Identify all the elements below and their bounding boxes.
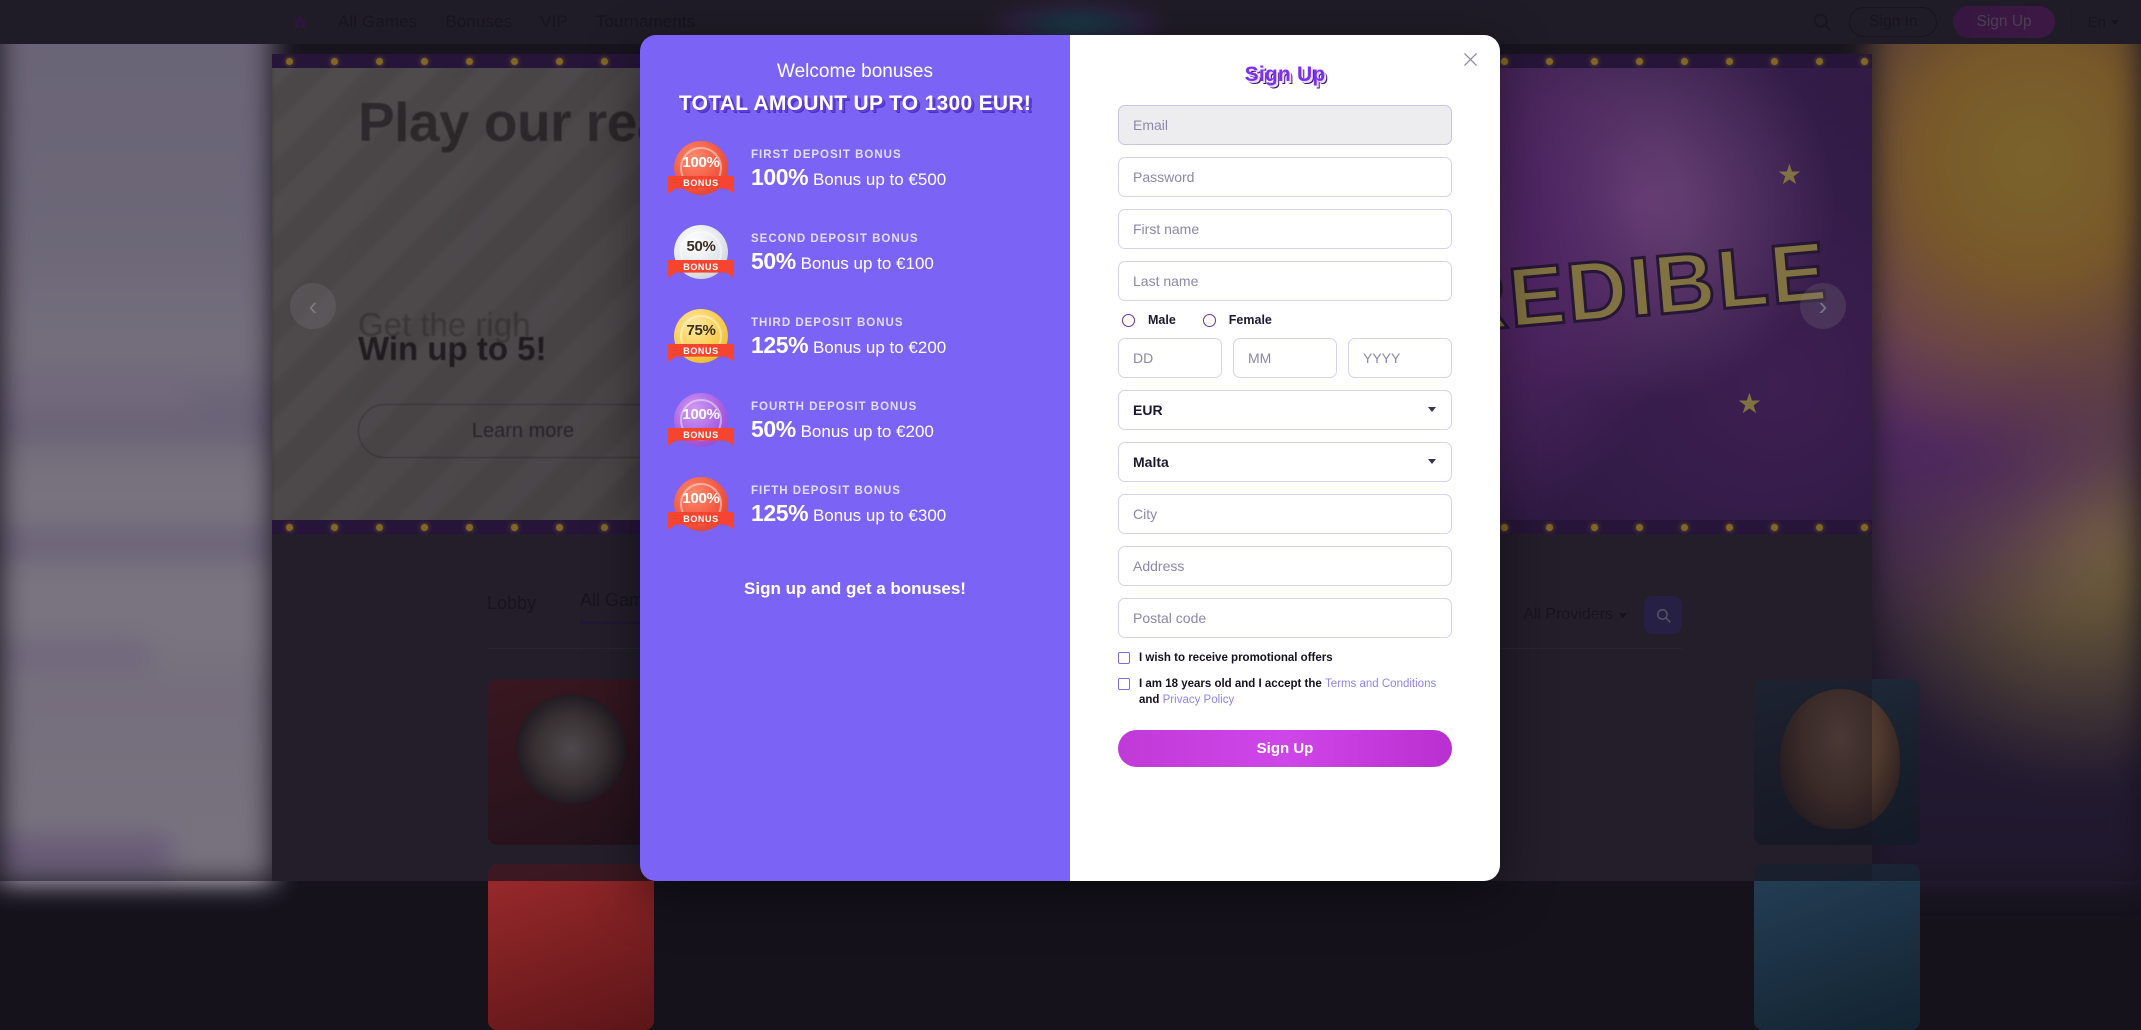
terms-prefix: I am 18 years old and I accept the <box>1139 678 1325 690</box>
dob-month-field[interactable] <box>1233 338 1337 378</box>
bonus-badge-icon: 75%BONUS <box>670 307 732 369</box>
bonus-amount-line: 125% Bonus up to €300 <box>751 500 946 527</box>
bonus-deposit-label: SECOND DEPOSIT BONUS <box>751 233 934 245</box>
bonus-text: THIRD DEPOSIT BONUS 125% Bonus up to €200 <box>751 317 946 359</box>
bonus-item: 75%BONUS THIRD DEPOSIT BONUS 125% Bonus up… <box>670 307 1040 369</box>
bonus-badge-percent: 100% <box>670 490 732 507</box>
email-field[interactable] <box>1118 105 1452 145</box>
bonus-amount-line: 50% Bonus up to €200 <box>751 416 934 443</box>
signup-form-title: Sign Up <box>1118 63 1452 87</box>
bonus-amount-line: 125% Bonus up to €200 <box>751 332 946 359</box>
bonus-item: 100%BONUS FIFTH DEPOSIT BONUS 125% Bonus u… <box>670 475 1040 537</box>
country-select[interactable] <box>1118 442 1452 482</box>
terms-row: I am 18 years old and I accept the Terms… <box>1118 676 1452 709</box>
bonus-description: Bonus up to €500 <box>813 170 946 189</box>
bonus-badge-percent: 75% <box>670 322 732 339</box>
bonus-total-amount: TOTAL AMOUNT UP TO 1300 EUR! <box>670 91 1040 117</box>
first-name-field[interactable] <box>1118 209 1452 249</box>
promotional-offers-checkbox[interactable] <box>1118 652 1130 664</box>
bonus-description: Bonus up to €100 <box>801 254 934 273</box>
submit-sign-up-button[interactable]: Sign Up <box>1118 730 1452 767</box>
bonus-badge-icon: 100%BONUS <box>670 139 732 201</box>
bonus-item: 50%BONUS SECOND DEPOSIT BONUS 50% Bonus up… <box>670 223 1040 285</box>
page-root: INCREDIBLE ★ ★ ★ ★ Play our real pr big … <box>0 0 2141 881</box>
bonus-percent: 50% <box>751 248 796 274</box>
bonus-deposit-label: FIFTH DEPOSIT BONUS <box>751 485 946 497</box>
bonus-call-to-action: Sign up and get a bonuses! <box>670 579 1040 599</box>
address-field[interactable] <box>1118 546 1452 586</box>
bonus-percent: 50% <box>751 416 796 442</box>
chevron-down-icon <box>1428 407 1436 412</box>
terms-checkbox[interactable] <box>1118 678 1130 690</box>
bonus-percent: 125% <box>751 332 808 358</box>
bonus-description: Bonus up to €200 <box>813 338 946 357</box>
bonus-badge-percent: 100% <box>670 154 732 171</box>
gender-female-label: Female <box>1229 313 1272 327</box>
bonus-badge-percent: 100% <box>670 406 732 423</box>
country-select-wrap <box>1118 442 1452 482</box>
currency-select-wrap <box>1118 390 1452 430</box>
terms-and: and <box>1139 694 1163 706</box>
bonus-item: 100%BONUS FIRST DEPOSIT BONUS 100% Bonus u… <box>670 139 1040 201</box>
dob-day-field[interactable] <box>1118 338 1222 378</box>
bonus-description: Bonus up to €200 <box>801 422 934 441</box>
bonus-percent: 125% <box>751 500 808 526</box>
close-icon[interactable] <box>1458 47 1482 71</box>
radio-male[interactable] <box>1122 314 1135 327</box>
game-card-egypt-2[interactable] <box>1754 864 1920 1030</box>
currency-select[interactable] <box>1118 390 1452 430</box>
postal-code-field[interactable] <box>1118 598 1452 638</box>
terms-link[interactable]: Terms and Conditions <box>1325 678 1436 690</box>
last-name-field[interactable] <box>1118 261 1452 301</box>
bonus-amount-line: 50% Bonus up to €100 <box>751 248 934 275</box>
bonus-badge-icon: 50%BONUS <box>670 223 732 285</box>
bonus-deposit-label: FIRST DEPOSIT BONUS <box>751 149 946 161</box>
date-of-birth-group <box>1118 338 1452 378</box>
bonus-deposit-label: THIRD DEPOSIT BONUS <box>751 317 946 329</box>
gender-male-label: Male <box>1148 313 1176 327</box>
city-field[interactable] <box>1118 494 1452 534</box>
bonus-description: Bonus up to €300 <box>813 506 946 525</box>
bonus-percent: 100% <box>751 164 808 190</box>
gender-radio-group: Male Female <box>1122 313 1452 327</box>
bonus-deposit-label: FOURTH DEPOSIT BONUS <box>751 401 934 413</box>
bonus-text: SECOND DEPOSIT BONUS 50% Bonus up to €100 <box>751 233 934 275</box>
promotional-offers-row: I wish to receive promotional offers <box>1118 650 1452 667</box>
signup-form-panel: Sign Up Male Female <box>1070 35 1500 881</box>
bonus-badge-percent: 50% <box>670 238 732 255</box>
bonus-amount-line: 100% Bonus up to €500 <box>751 164 946 191</box>
bonus-badge-icon: 100%BONUS <box>670 391 732 453</box>
bonus-list: 100%BONUS FIRST DEPOSIT BONUS 100% Bonus u… <box>670 139 1040 537</box>
bonus-item: 100%BONUS FOURTH DEPOSIT BONUS 50% Bonus u… <box>670 391 1040 453</box>
promotional-offers-label: I wish to receive promotional offers <box>1139 650 1333 667</box>
chevron-down-icon <box>1428 459 1436 464</box>
terms-label: I am 18 years old and I accept the Terms… <box>1139 676 1452 709</box>
password-field[interactable] <box>1118 157 1452 197</box>
bonus-text: FIFTH DEPOSIT BONUS 125% Bonus up to €300 <box>751 485 946 527</box>
welcome-bonuses-panel: Welcome bonuses TOTAL AMOUNT UP TO 1300 … <box>640 35 1070 881</box>
bonus-text: FIRST DEPOSIT BONUS 100% Bonus up to €500 <box>751 149 946 191</box>
bonus-text: FOURTH DEPOSIT BONUS 50% Bonus up to €200 <box>751 401 934 443</box>
signup-modal: Welcome bonuses TOTAL AMOUNT UP TO 1300 … <box>640 35 1500 881</box>
game-card-red[interactable] <box>488 864 654 1030</box>
bonus-badge-icon: 100%BONUS <box>670 475 732 537</box>
privacy-policy-link[interactable]: Privacy Policy <box>1163 694 1235 706</box>
bonus-panel-title: Welcome bonuses <box>670 61 1040 83</box>
dob-year-field[interactable] <box>1348 338 1452 378</box>
radio-female[interactable] <box>1203 314 1216 327</box>
